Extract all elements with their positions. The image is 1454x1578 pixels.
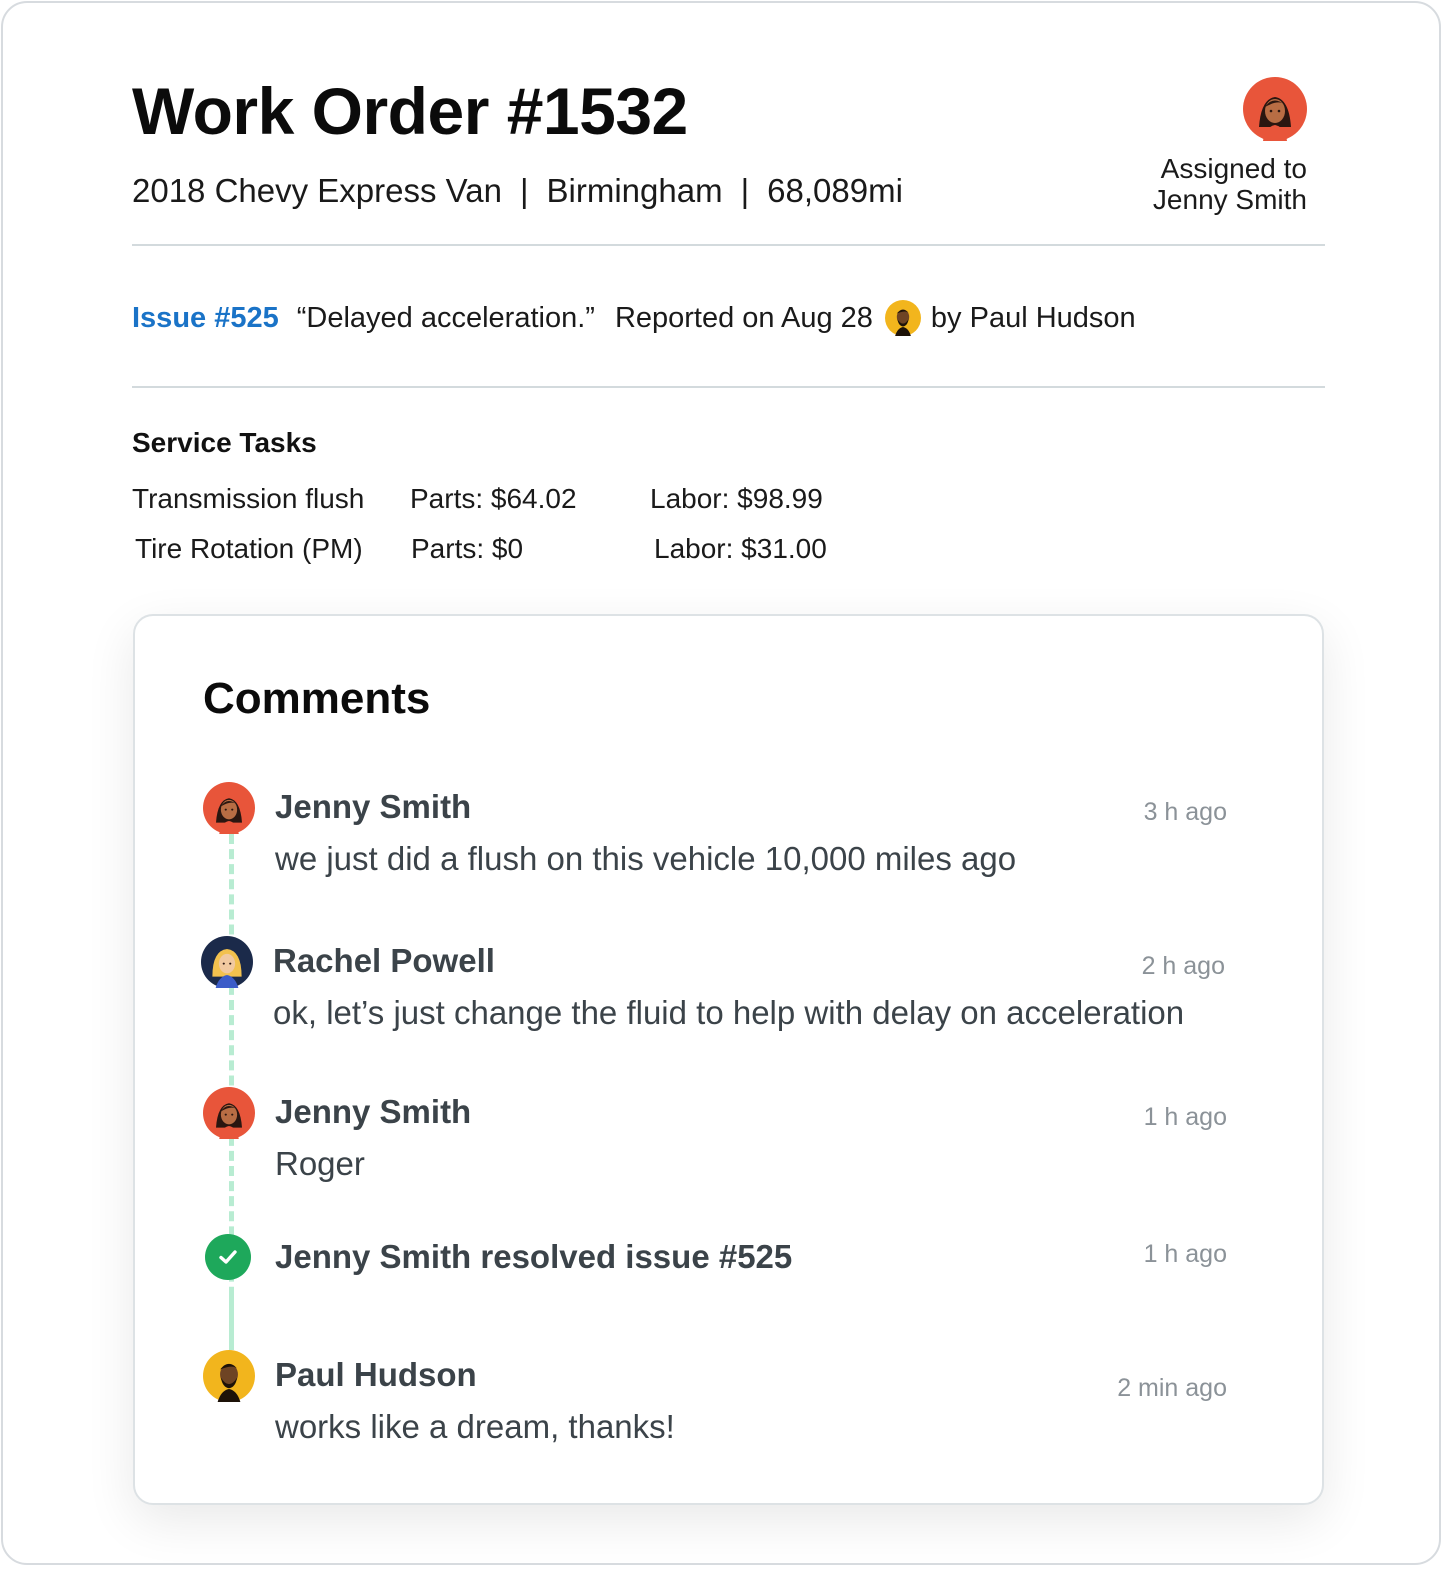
assignee-label: Assigned to Jenny Smith (1153, 153, 1307, 215)
task-parts: Parts: $64.02 (410, 483, 577, 514)
issue-link[interactable]: Issue #525 (132, 299, 279, 337)
task-labor: Labor: $98.99 (650, 483, 823, 514)
paul-avatar[interactable] (203, 1350, 255, 1402)
task-name: Tire Rotation (PM) (135, 533, 363, 564)
comment-author[interactable]: Rachel Powell (273, 942, 495, 980)
reporter-avatar (884, 300, 921, 336)
issue-description: “Delayed acceleration.” (296, 302, 595, 334)
comment-text: works like a dream, thanks! (275, 1408, 675, 1445)
jenny-avatar[interactable] (203, 1087, 255, 1139)
comment-text: Roger (275, 1145, 365, 1182)
vehicle-location: Birmingham (546, 172, 723, 209)
vehicle-name: 2018 Chevy Express Van (132, 172, 502, 209)
check-circle-icon (205, 1234, 251, 1280)
issue-reported-date: Reported on Aug 28 (614, 302, 873, 334)
assignee-avatar[interactable] (1243, 77, 1307, 141)
comment-time: 2 h ago (1141, 952, 1225, 980)
timeline-connector (229, 1294, 234, 1350)
comment-time: 1 h ago (1143, 1103, 1227, 1131)
issue-summary: Issue #525 “Delayed acceleration.” Repor… (132, 299, 1136, 337)
task-labor: Labor: $31.00 (654, 533, 827, 564)
comment-author[interactable]: Jenny Smith (275, 1093, 471, 1131)
comments-heading: Comments (203, 674, 431, 723)
resolved-event-text: Jenny Smith resolved issue #525 (275, 1238, 793, 1275)
service-tasks-heading: Service Tasks (132, 427, 317, 458)
comment-time: 3 h ago (1143, 798, 1227, 826)
rachel-avatar[interactable] (201, 936, 253, 988)
page-title: Work Order #1532 (132, 74, 688, 148)
issue-reporter: by Paul Hudson (930, 302, 1136, 334)
work-order-card: Work Order #1532 2018 Chevy Express Van |… (1, 1, 1441, 1565)
separator: | (519, 172, 529, 209)
separator: | (740, 172, 750, 209)
divider (132, 244, 1325, 246)
task-parts: Parts: $0 (411, 533, 524, 564)
vehicle-summary: 2018 Chevy Express Van | Birmingham | 68,089… (132, 171, 903, 211)
comments-panel: Comments Jenny Smith 3 h ago we just did… (133, 614, 1324, 1505)
comment-author[interactable]: Jenny Smith (275, 788, 471, 826)
jenny-avatar[interactable] (203, 782, 255, 834)
assigned-to-text: Assigned to (1160, 153, 1307, 184)
task-name: Transmission flush (132, 483, 365, 514)
vehicle-mileage: 68,089mi (767, 172, 903, 209)
comment-text: ok, let’s just change the fluid to help … (273, 994, 1185, 1031)
comment-text: we just did a flush on this vehicle 10,0… (275, 840, 1017, 877)
comment-time: 1 h ago (1143, 1240, 1227, 1268)
comment-author[interactable]: Paul Hudson (275, 1356, 477, 1394)
divider (132, 386, 1325, 388)
assignee-name: Jenny Smith (1152, 184, 1307, 215)
comment-time: 2 min ago (1117, 1374, 1227, 1402)
